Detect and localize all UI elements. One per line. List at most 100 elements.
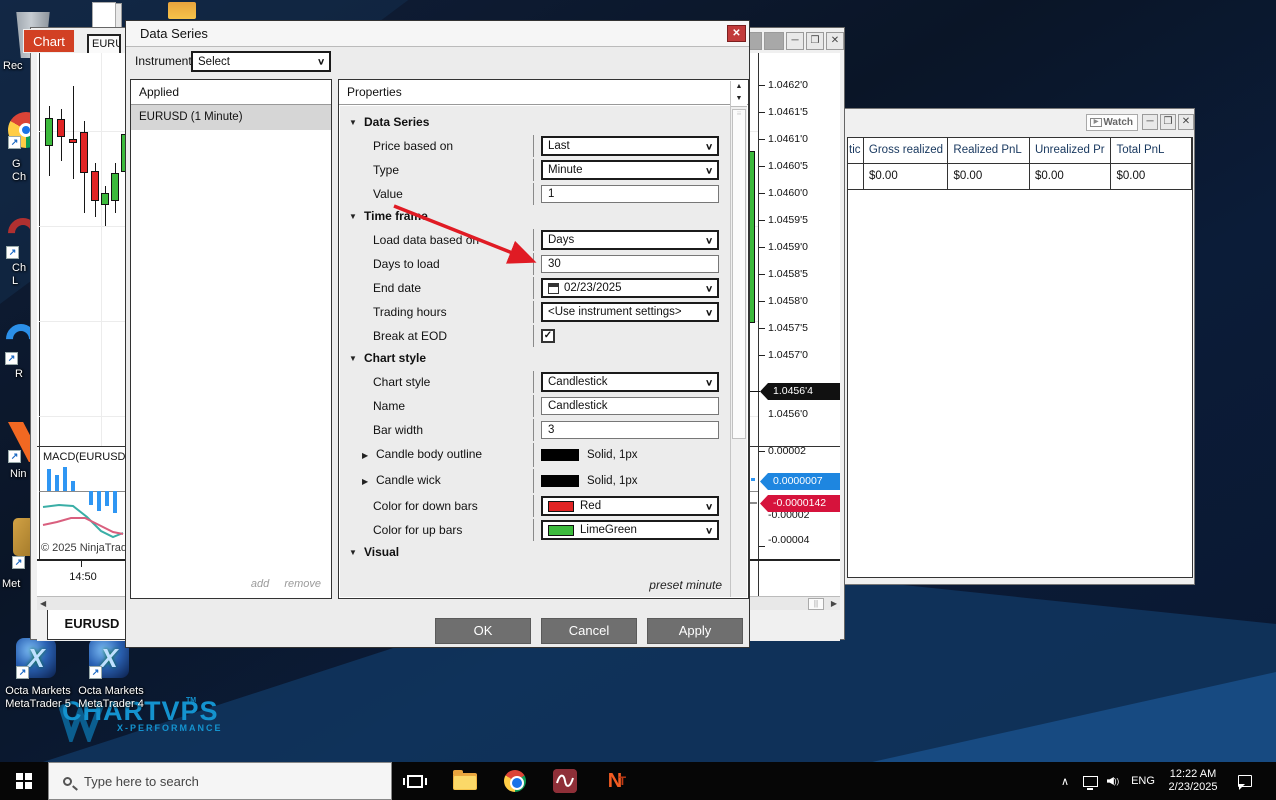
property-row-days-to-load[interactable]: Days to load30 bbox=[340, 252, 730, 276]
text-input-value[interactable]: 1 bbox=[541, 185, 719, 203]
axis-tick bbox=[759, 112, 765, 113]
watch-column-header[interactable]: tic bbox=[848, 138, 864, 164]
property-row-load-data-based-on[interactable]: Load data based onDays∨ bbox=[340, 228, 730, 252]
expand-arrow-icon[interactable]: ▶ bbox=[362, 451, 368, 460]
property-row-end-date[interactable]: End date02/23/2025∨ bbox=[340, 276, 730, 300]
remove-button[interactable]: remove bbox=[284, 578, 321, 590]
stroke-swatch[interactable] bbox=[541, 449, 579, 461]
watch-column-header[interactable]: Total PnL bbox=[1111, 138, 1192, 164]
taskbar-search-input[interactable]: Type here to search bbox=[48, 762, 392, 800]
eurusd-tab[interactable]: EURUSD bbox=[47, 610, 137, 640]
axis-tick bbox=[759, 247, 765, 248]
tray-network-button[interactable] bbox=[1079, 762, 1101, 800]
chart-close-button[interactable]: ✕ bbox=[826, 32, 844, 50]
property-row-name[interactable]: NameCandlestick bbox=[340, 394, 730, 418]
property-row-data-series[interactable]: ▼Data Series bbox=[340, 112, 730, 134]
text-input-name[interactable]: Candlestick bbox=[541, 397, 719, 415]
watch-column-header[interactable]: Realized PnL bbox=[948, 138, 1030, 164]
watch-column-header[interactable]: Gross realized bbox=[864, 138, 949, 164]
watch-maximize-button[interactable]: ❒ bbox=[1160, 114, 1176, 130]
ok-button[interactable]: OK bbox=[435, 618, 531, 644]
tray-volume-button[interactable]: )) bbox=[1103, 762, 1123, 800]
property-row-price-based-on[interactable]: Price based onLast∨ bbox=[340, 134, 730, 158]
properties-scrollbar[interactable]: ▲ ▼ ≡ bbox=[730, 81, 747, 597]
stroke-swatch[interactable] bbox=[541, 475, 579, 487]
start-button[interactable] bbox=[0, 762, 48, 800]
dropdown-chart-style[interactable]: Candlestick∨ bbox=[541, 372, 719, 392]
apply-button[interactable]: Apply bbox=[647, 618, 743, 644]
scrollbar-thumb[interactable]: ≡ bbox=[732, 109, 746, 439]
recycle-bin-label: Rec bbox=[3, 60, 23, 73]
property-row-type[interactable]: TypeMinute∨ bbox=[340, 158, 730, 182]
scrollbar-thumb[interactable]: || bbox=[808, 598, 824, 610]
add-button[interactable]: add bbox=[251, 578, 269, 590]
axis-tick bbox=[759, 546, 765, 547]
wave-app-button[interactable] bbox=[550, 767, 580, 795]
color-swatch bbox=[548, 501, 574, 512]
scroll-down-icon[interactable]: ▼ bbox=[731, 93, 747, 105]
document-icon[interactable] bbox=[92, 2, 116, 29]
instrument-dropdown[interactable]: Select ∨ bbox=[191, 51, 331, 72]
file-explorer-button[interactable] bbox=[450, 767, 480, 795]
chart-tab[interactable]: Chart bbox=[23, 29, 75, 53]
property-row-chart-style[interactable]: ▼Chart style bbox=[340, 348, 730, 370]
tray-clock[interactable]: 12:22 AM 2/23/2025 bbox=[1162, 762, 1224, 800]
price-tick: 1.0461'5 bbox=[768, 106, 808, 118]
scroll-right-icon[interactable]: ▶ bbox=[831, 598, 837, 610]
watch-close-button[interactable]: ✕ bbox=[1178, 114, 1194, 130]
chrome-taskbar-button[interactable] bbox=[500, 767, 530, 795]
property-row-time-frame[interactable]: ▼ Time frame bbox=[340, 206, 730, 228]
folder-icon bbox=[453, 773, 477, 790]
dropdown-load-data-based-on[interactable]: Days∨ bbox=[541, 230, 719, 250]
property-row-candle-wick[interactable]: ▶Candle wickSolid, 1px bbox=[340, 468, 730, 494]
tray-chevron-button[interactable]: ∧ bbox=[1055, 762, 1075, 800]
expand-arrow-icon[interactable]: ▶ bbox=[362, 477, 368, 486]
dropdown-price-based-on[interactable]: Last∨ bbox=[541, 136, 719, 156]
toolbar-button[interactable] bbox=[764, 32, 784, 50]
checkbox-break-at-eod[interactable]: ✓ bbox=[541, 329, 555, 343]
dropdown-type[interactable]: Minute∨ bbox=[541, 160, 719, 180]
property-row-color-for-down-bars[interactable]: Color for down barsRed∨ bbox=[340, 494, 730, 518]
folder-icon[interactable] bbox=[168, 2, 196, 19]
group-label: Time frame bbox=[364, 209, 428, 223]
instrument-label: Instrument bbox=[135, 54, 192, 68]
watch-button[interactable]: ▶ Watch bbox=[1086, 114, 1138, 131]
dropdown-color-for-down-bars[interactable]: Red∨ bbox=[541, 496, 719, 516]
action-center-button[interactable] bbox=[1232, 762, 1258, 800]
text-input-bar-width[interactable]: 3 bbox=[541, 421, 719, 439]
property-row-chart-style[interactable]: Chart styleCandlestick∨ bbox=[340, 370, 730, 394]
dropdown-trading-hours[interactable]: <Use instrument settings>∨ bbox=[541, 302, 719, 322]
property-row-trading-hours[interactable]: Trading hours<Use instrument settings>∨ bbox=[340, 300, 730, 324]
dropdown-end-date[interactable]: 02/23/2025∨ bbox=[541, 278, 719, 298]
instrument-tab[interactable]: EURU bbox=[87, 34, 121, 55]
network-icon bbox=[1083, 776, 1098, 787]
cancel-button[interactable]: Cancel bbox=[541, 618, 637, 644]
property-row-visual[interactable]: ▼Visual bbox=[340, 542, 730, 564]
watch-table-header[interactable]: ticGross realizedRealized PnLUnrealized … bbox=[848, 138, 1192, 164]
property-row-bar-width[interactable]: Bar width3 bbox=[340, 418, 730, 442]
text-input-days-to-load[interactable]: 30 bbox=[541, 255, 719, 273]
macd-bar bbox=[89, 491, 93, 505]
collapse-arrow-icon[interactable]: ▼ bbox=[349, 212, 357, 221]
applied-series-item[interactable]: EURUSD (1 Minute) bbox=[131, 105, 331, 130]
watch-minimize-button[interactable]: ─ bbox=[1142, 114, 1158, 130]
task-view-button[interactable] bbox=[400, 767, 430, 795]
collapse-arrow-icon[interactable]: ▼ bbox=[349, 548, 357, 557]
chart-maximize-button[interactable]: ❒ bbox=[806, 32, 824, 50]
property-row-candle-body-outline[interactable]: ▶Candle body outlineSolid, 1px bbox=[340, 442, 730, 468]
property-row-value[interactable]: Value1 bbox=[340, 182, 730, 206]
ninjatrader-taskbar-button[interactable]: NT bbox=[600, 767, 630, 795]
applied-list[interactable]: EURUSD (1 Minute) bbox=[131, 105, 331, 130]
watch-column-header[interactable]: Unrealized Pr bbox=[1030, 138, 1112, 164]
chart-minimize-button[interactable]: ─ bbox=[786, 32, 804, 50]
collapse-arrow-icon[interactable]: ▼ bbox=[349, 118, 357, 127]
collapse-arrow-icon[interactable]: ▼ bbox=[349, 354, 357, 363]
scroll-left-icon[interactable]: ◀ bbox=[40, 598, 46, 610]
dialog-close-button[interactable]: ✕ bbox=[727, 25, 746, 42]
property-row-break-at-eod[interactable]: Break at EOD✓ bbox=[340, 324, 730, 348]
tray-language-button[interactable]: ENG bbox=[1128, 762, 1158, 800]
property-row-color-for-up-bars[interactable]: Color for up barsLimeGreen∨ bbox=[340, 518, 730, 542]
dropdown-color-for-up-bars[interactable]: LimeGreen∨ bbox=[541, 520, 719, 540]
scroll-up-icon[interactable]: ▲ bbox=[731, 81, 747, 93]
watch-table-row[interactable]: $0.00$0.00$0.00$0.00 bbox=[848, 164, 1192, 190]
